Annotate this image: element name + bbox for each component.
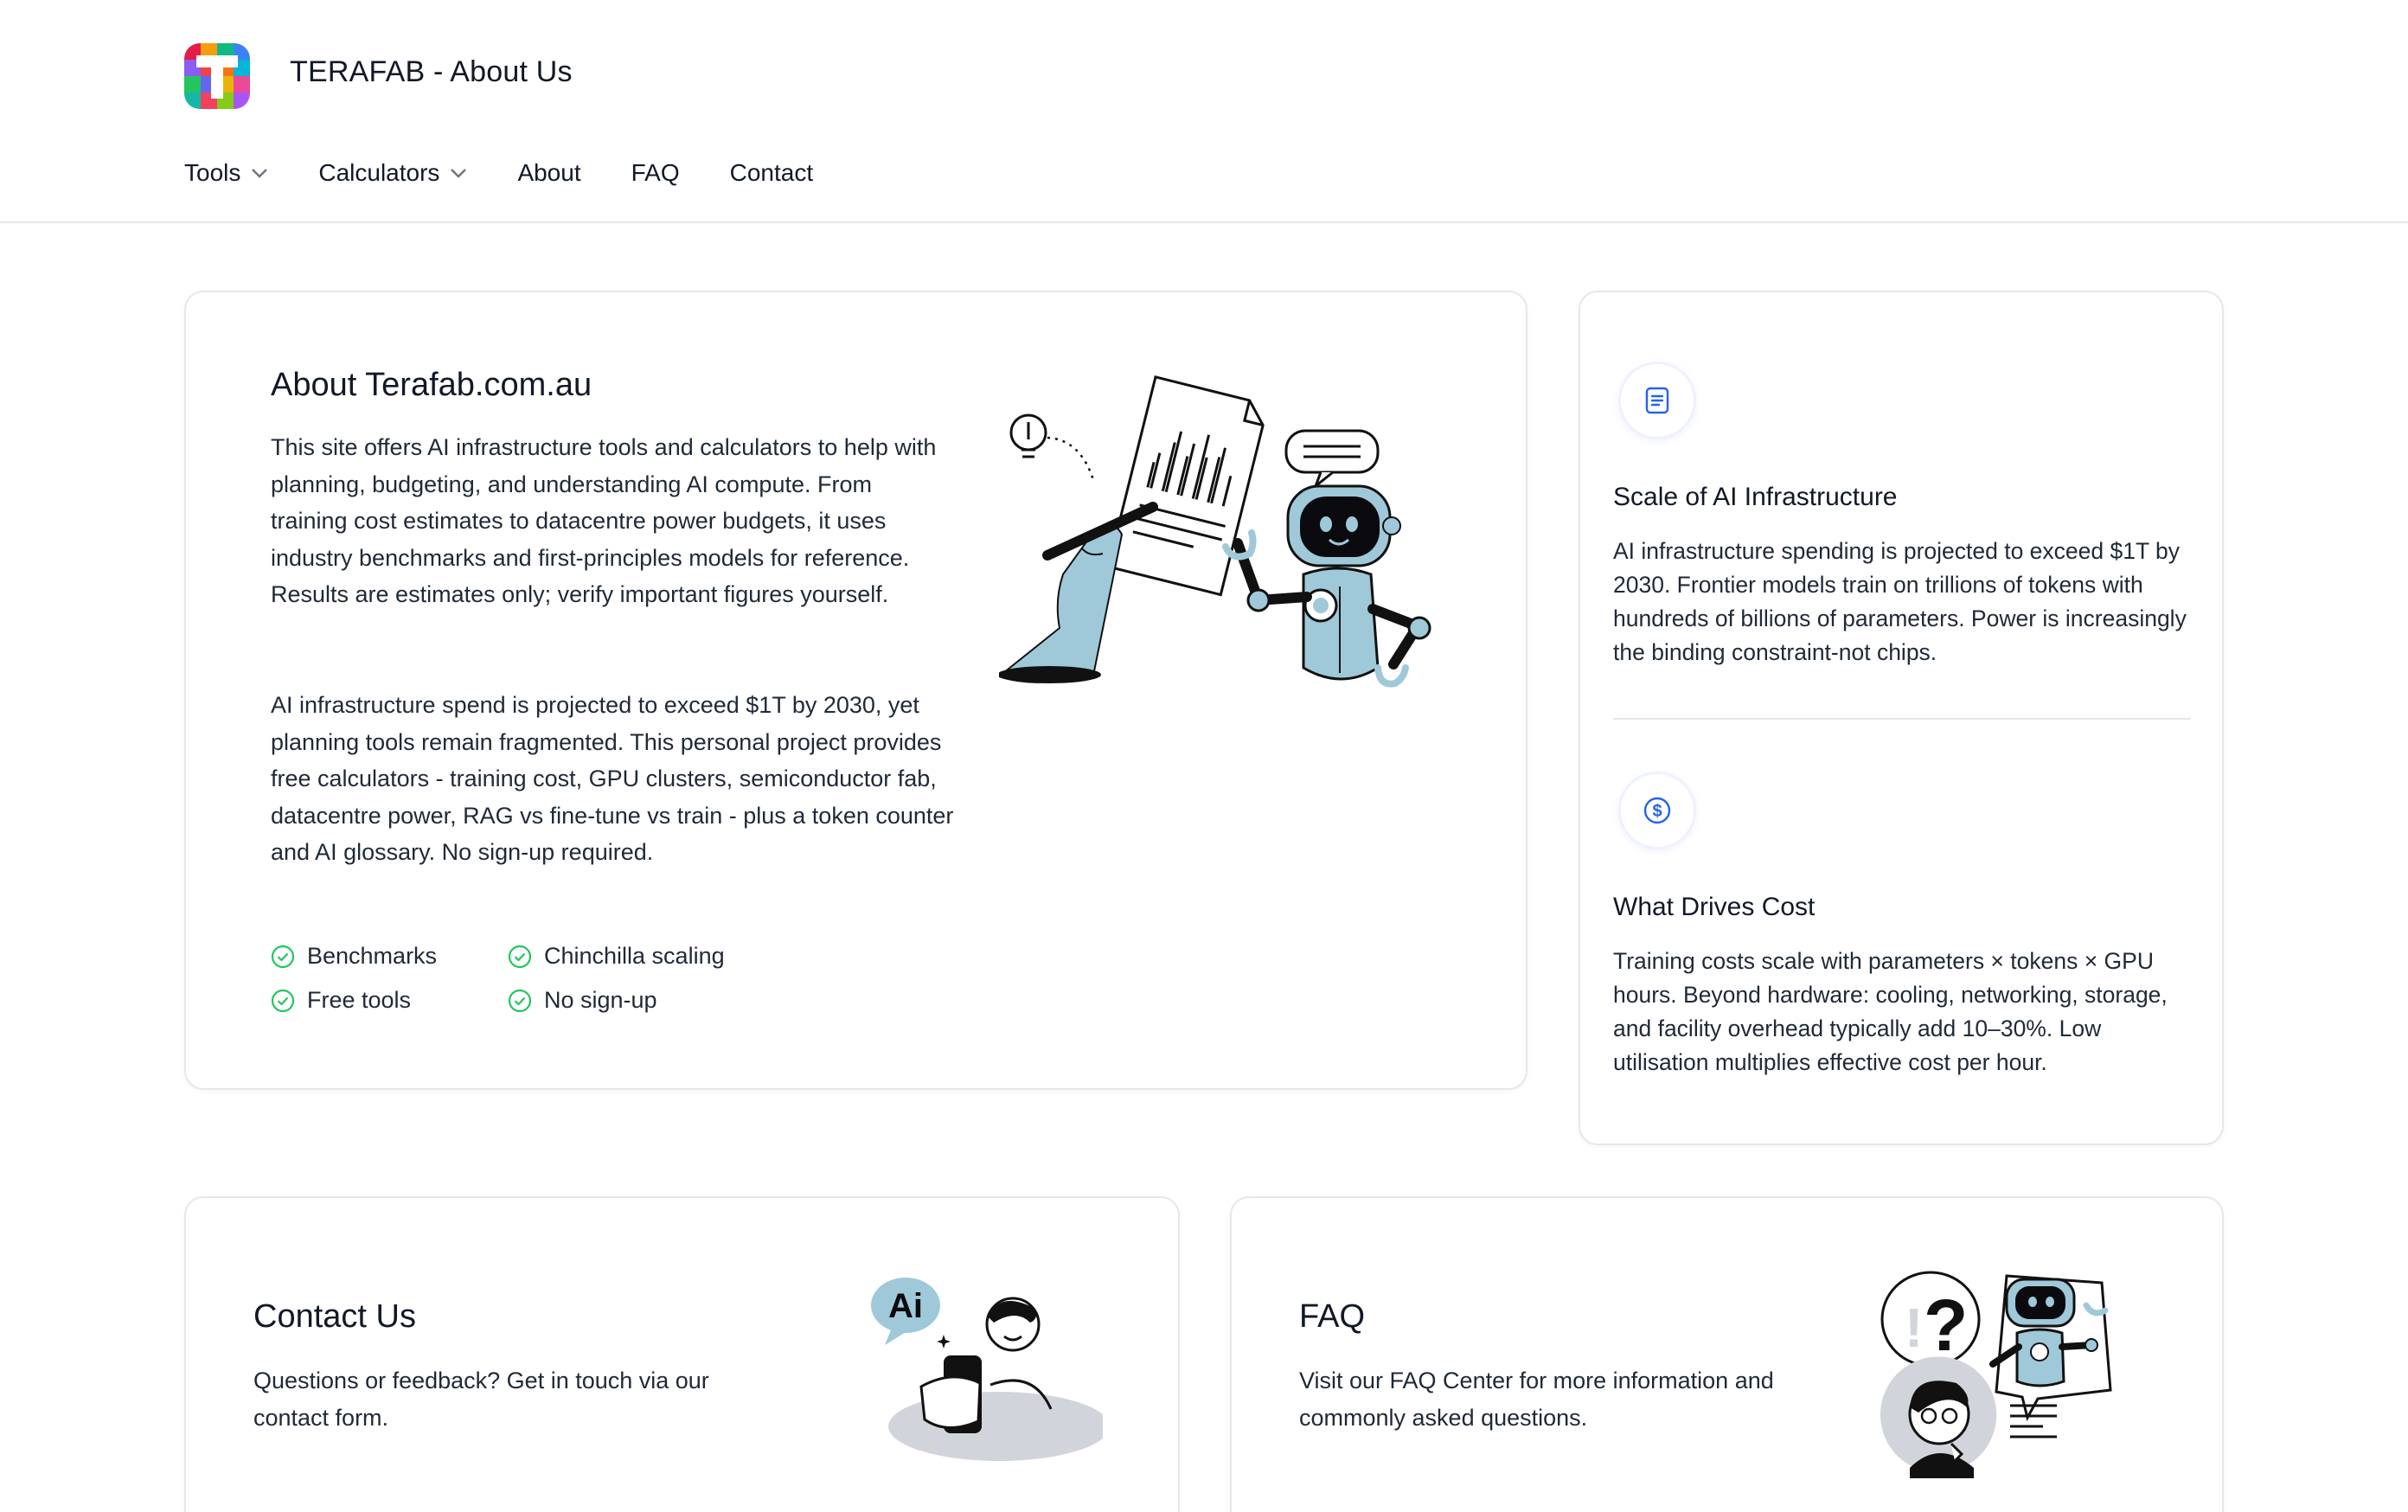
robot-report-illustration [999, 375, 1431, 688]
person-phone-illustration: Ai [871, 1278, 1103, 1461]
nav-calculators-label: Calculators [318, 159, 440, 186]
nav-tools-label: Tools [184, 159, 241, 186]
about-paragraph-1: This site offers AI infrastructure tools… [271, 434, 937, 608]
about-card: About Terafab.com.au This site offers AI… [184, 291, 1527, 1090]
nav-calculators[interactable]: Calculators [318, 159, 467, 187]
about-title: About Terafab.com.au [271, 367, 592, 403]
feature-item: Free tools [271, 987, 508, 1014]
dollar-icon: $ [1643, 797, 1671, 824]
check-circle-icon [508, 989, 532, 1012]
svg-text:?: ? [1924, 1285, 1968, 1366]
nav-about-label: About [517, 159, 581, 186]
feature-label: Free tools [307, 987, 412, 1013]
nav-tools[interactable]: Tools [184, 159, 268, 187]
nav-faq[interactable]: FAQ [631, 159, 680, 187]
feature-item: No sign-up [508, 987, 767, 1014]
contact-text: Questions or feedback? Get in touch via … [253, 1368, 709, 1431]
main-nav: Tools Calculators About FAQ Contact [184, 159, 863, 187]
feature-label: Benchmarks [307, 943, 438, 969]
faq-card[interactable]: FAQ Visit our FAQ Center for more inform… [1230, 1196, 2224, 1512]
check-circle-icon [508, 945, 532, 968]
document-icon-badge [1618, 362, 1696, 439]
chevron-down-icon [451, 169, 467, 178]
svg-text:$: $ [1652, 802, 1662, 821]
document-icon [1645, 387, 1669, 414]
about-paragraph-2: AI infrastructure spend is projected to … [271, 692, 954, 866]
nav-contact-label: Contact [729, 159, 814, 186]
nav-faq-label: FAQ [631, 159, 680, 186]
nav-about[interactable]: About [517, 159, 580, 187]
dollar-icon-badge: $ [1618, 772, 1696, 849]
scale-text: AI infrastructure spending is projected … [1613, 538, 2187, 665]
chevron-down-icon [252, 169, 268, 178]
feature-item: Chinchilla scaling [508, 943, 767, 970]
faq-text: Visit our FAQ Center for more informatio… [1299, 1368, 1774, 1431]
brand-title[interactable]: TERAFAB - About Us [290, 55, 573, 89]
feature-list: Benchmarks Chinchilla scaling Free tools… [271, 943, 767, 1014]
nav-contact[interactable]: Contact [730, 159, 814, 187]
ai-badge-text: Ai [888, 1287, 923, 1325]
cost-title: What Drives Cost [1613, 893, 1816, 921]
check-circle-icon [271, 989, 295, 1012]
cost-text: Training costs scale with parameters × t… [1613, 948, 2168, 1075]
question-robot-illustration: ! ? [1880, 1271, 2112, 1478]
insights-card: Scale of AI Infrastructure AI infrastruc… [1579, 291, 2224, 1145]
speech-bubble-icon [1284, 429, 1380, 490]
svg-text:!: ! [1905, 1297, 1923, 1359]
feature-item: Benchmarks [271, 943, 508, 970]
section-divider [1613, 718, 2191, 720]
site-header: TERAFAB - About Us Tools Calculators Abo… [0, 0, 2408, 223]
contact-title: Contact Us [253, 1298, 416, 1335]
terafab-logo[interactable] [184, 43, 250, 109]
feature-label: No sign-up [544, 987, 657, 1013]
scale-title: Scale of AI Infrastructure [1613, 483, 1898, 511]
feature-label: Chinchilla scaling [544, 943, 725, 969]
lightbulb-icon [1009, 413, 1047, 458]
contact-card[interactable]: Contact Us Questions or feedback? Get in… [184, 1196, 1180, 1512]
check-circle-icon [271, 945, 295, 968]
faq-title: FAQ [1299, 1298, 1366, 1335]
